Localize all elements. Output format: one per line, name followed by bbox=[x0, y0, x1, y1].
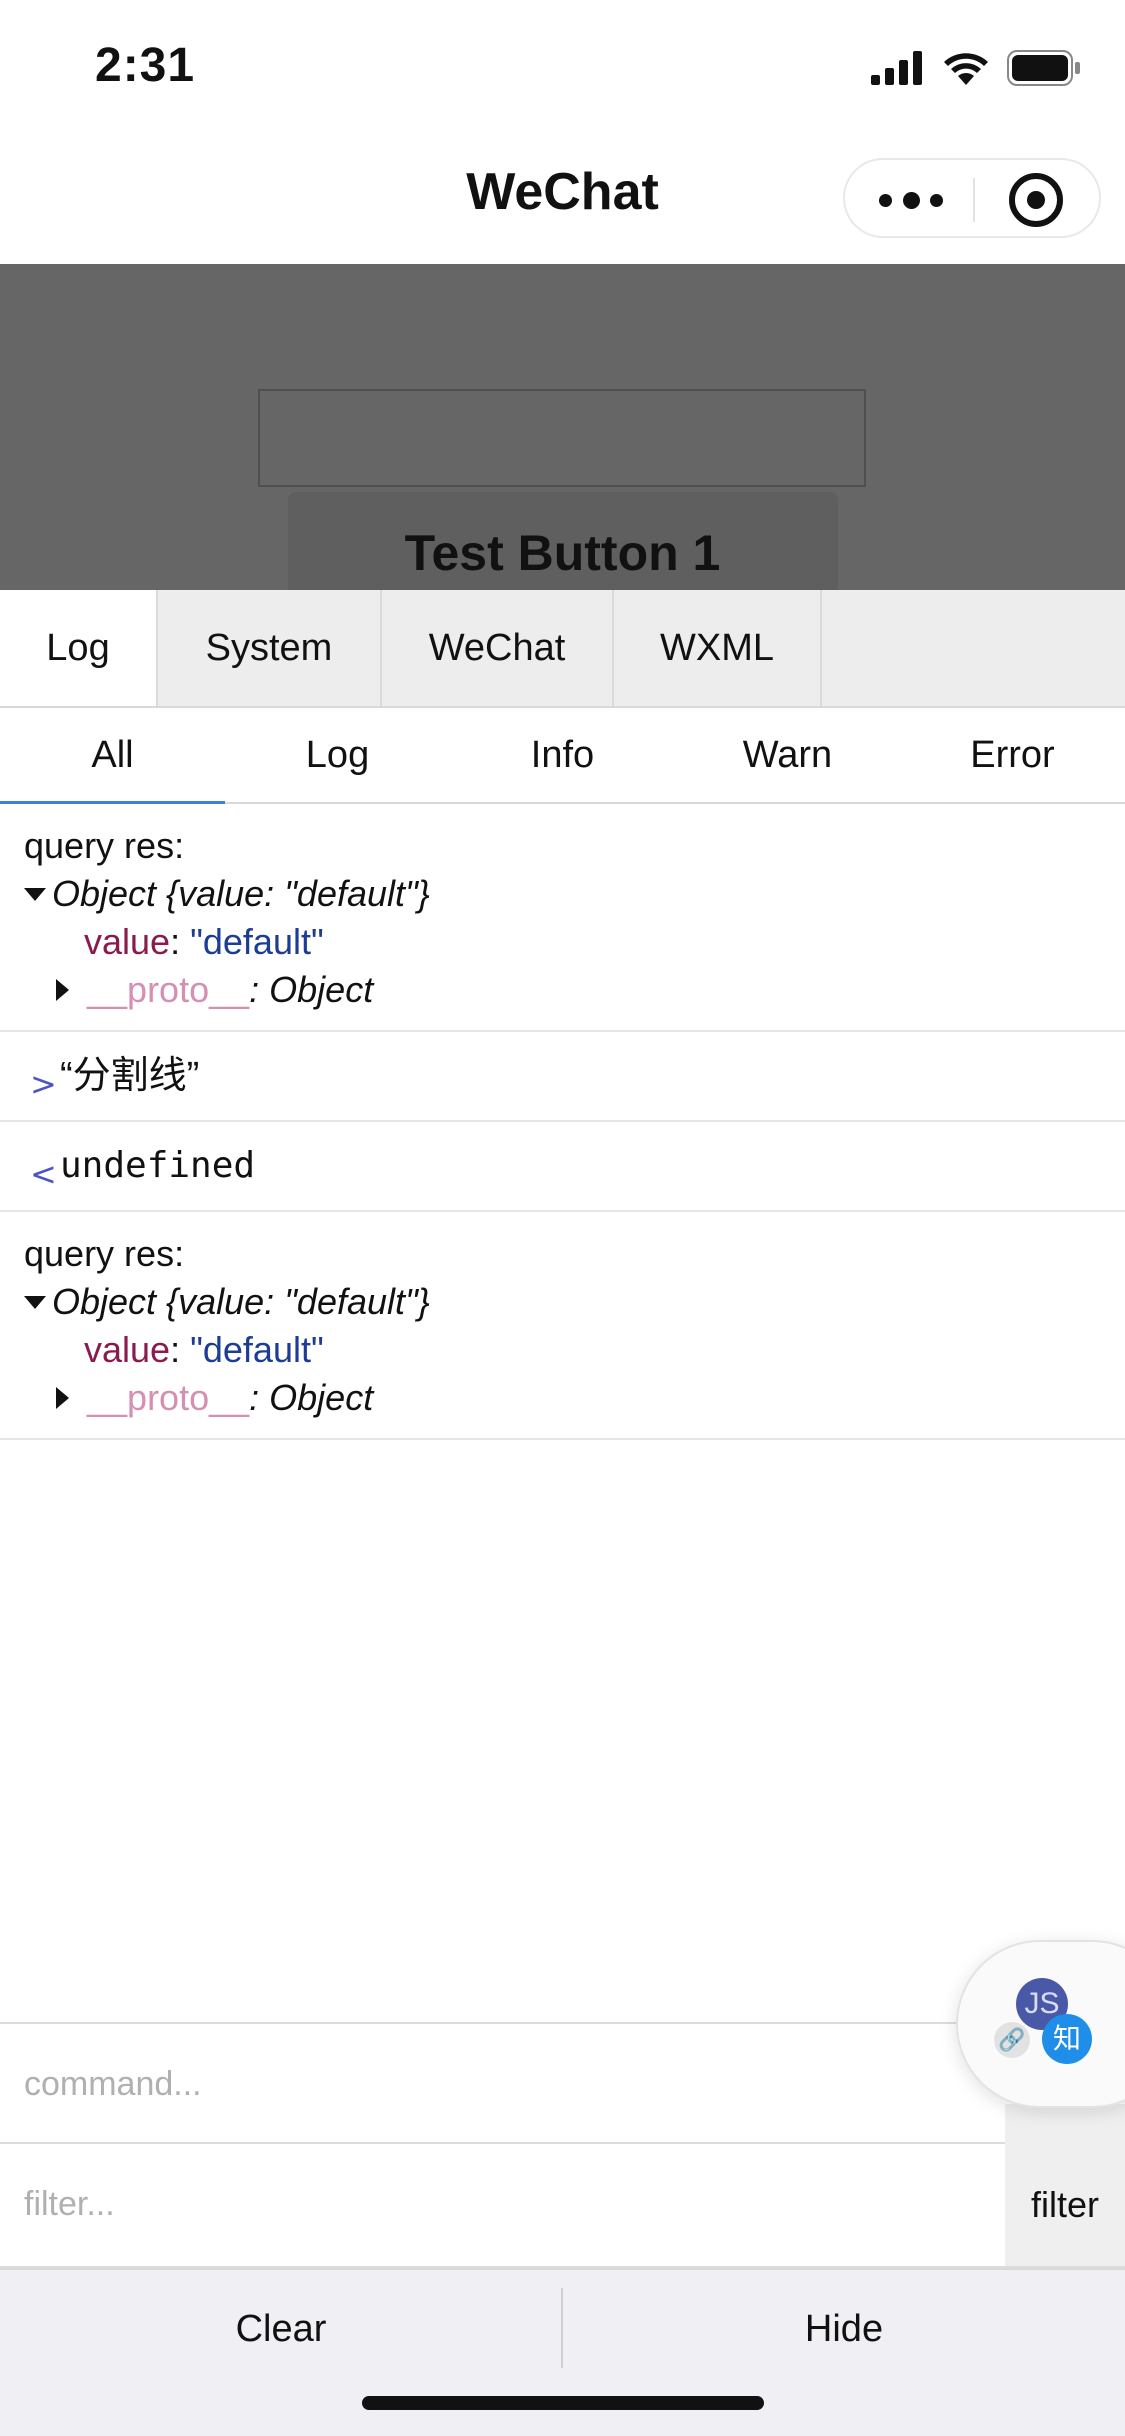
property-value: "default" bbox=[190, 921, 324, 962]
link-icon: 🔗 bbox=[994, 2022, 1030, 2058]
subtab-warn[interactable]: Warn bbox=[675, 708, 900, 802]
page-input-box bbox=[258, 389, 866, 487]
proto-toggle[interactable]: __proto__: Object bbox=[56, 966, 373, 1014]
filter-button[interactable]: filter bbox=[1005, 2144, 1125, 2266]
collapsed-triangle-icon bbox=[56, 979, 69, 1001]
nav-bar: WeChat bbox=[0, 132, 1125, 264]
subtab-log[interactable]: Log bbox=[225, 708, 450, 802]
status-bar: 2:31 bbox=[0, 0, 1125, 132]
property-key: value bbox=[84, 921, 171, 962]
object-label: Object {value: "default"} bbox=[52, 1281, 430, 1322]
status-icons bbox=[871, 48, 1081, 88]
proto-value: : Object bbox=[249, 969, 374, 1010]
command-input[interactable] bbox=[24, 2052, 964, 2116]
target-close-icon[interactable] bbox=[1009, 173, 1063, 227]
subtab-info[interactable]: Info bbox=[450, 708, 675, 802]
property-key: value bbox=[84, 1329, 171, 1370]
more-dots-icon[interactable] bbox=[879, 180, 943, 220]
tab-wechat[interactable]: WeChat bbox=[382, 590, 614, 706]
object-property: value: "default" bbox=[84, 1326, 324, 1374]
cellular-signal-icon bbox=[871, 51, 922, 85]
proto-key: __proto__ bbox=[87, 1377, 250, 1418]
filter-row: filter bbox=[0, 2144, 1125, 2268]
expanded-triangle-icon bbox=[24, 1295, 46, 1309]
log-item: query res: Object {value: "default"} val… bbox=[0, 1212, 1125, 1440]
tab-log[interactable]: Log bbox=[0, 590, 158, 706]
hide-button[interactable]: Hide bbox=[563, 2270, 1125, 2388]
log-item: < undefined bbox=[0, 1122, 1125, 1212]
subtab-error[interactable]: Error bbox=[900, 708, 1125, 802]
proto-toggle[interactable]: __proto__: Object bbox=[56, 1374, 373, 1422]
clear-button[interactable]: Clear bbox=[0, 2270, 562, 2388]
log-item: query res: Object {value: "default"} val… bbox=[0, 804, 1125, 1032]
battery-icon bbox=[1007, 50, 1080, 86]
bottom-bar: Clear Hide bbox=[0, 2268, 1125, 2436]
object-property: value: "default" bbox=[84, 918, 324, 966]
log-list: query res: Object {value: "default"} val… bbox=[0, 804, 1125, 1440]
command-row bbox=[0, 2022, 1125, 2144]
wifi-icon bbox=[944, 53, 988, 85]
status-time: 2:31 bbox=[95, 39, 196, 92]
output-arrow-icon: < bbox=[30, 1155, 57, 1193]
zhihu-icon: 知 bbox=[1042, 2014, 1092, 2064]
result-text: undefined bbox=[60, 1145, 256, 1186]
property-colon: : bbox=[170, 1329, 181, 1370]
subtab-all[interactable]: All bbox=[0, 708, 225, 804]
command-ok-button[interactable] bbox=[1005, 2104, 1125, 2144]
object-label: Object {value: "default"} bbox=[52, 873, 430, 914]
collapsed-triangle-icon bbox=[56, 1387, 69, 1409]
filter-input[interactable] bbox=[24, 2172, 964, 2236]
proto-key: __proto__ bbox=[87, 969, 250, 1010]
input-arrow-icon: > bbox=[30, 1065, 57, 1103]
property-value: "default" bbox=[190, 1329, 324, 1370]
log-head: query res: bbox=[24, 825, 185, 866]
object-toggle[interactable]: Object {value: "default"} bbox=[24, 1278, 430, 1326]
page-overlay[interactable]: Test Button 1 bbox=[0, 264, 1125, 590]
vconsole-tabs: Log System WeChat WXML bbox=[0, 590, 1125, 708]
capsule-divider bbox=[973, 178, 975, 222]
tab-system[interactable]: System bbox=[158, 590, 382, 706]
test-button-1-label: Test Button 1 bbox=[404, 525, 721, 581]
expanded-triangle-icon bbox=[24, 887, 46, 901]
log-head: query res: bbox=[24, 1233, 185, 1274]
log-item: > “分割线” bbox=[0, 1032, 1125, 1122]
mini-program-capsule bbox=[843, 158, 1101, 238]
proto-value: : Object bbox=[249, 1377, 374, 1418]
property-colon: : bbox=[170, 921, 181, 962]
home-indicator[interactable] bbox=[362, 2396, 764, 2410]
log-level-tabs: All Log Info Warn Error bbox=[0, 708, 1125, 804]
command-text: “分割线” bbox=[60, 1055, 200, 1097]
object-toggle[interactable]: Object {value: "default"} bbox=[24, 870, 430, 918]
tab-wxml[interactable]: WXML bbox=[614, 590, 822, 706]
floating-plugin-badge[interactable]: JS 🔗 知 bbox=[956, 1940, 1125, 2108]
